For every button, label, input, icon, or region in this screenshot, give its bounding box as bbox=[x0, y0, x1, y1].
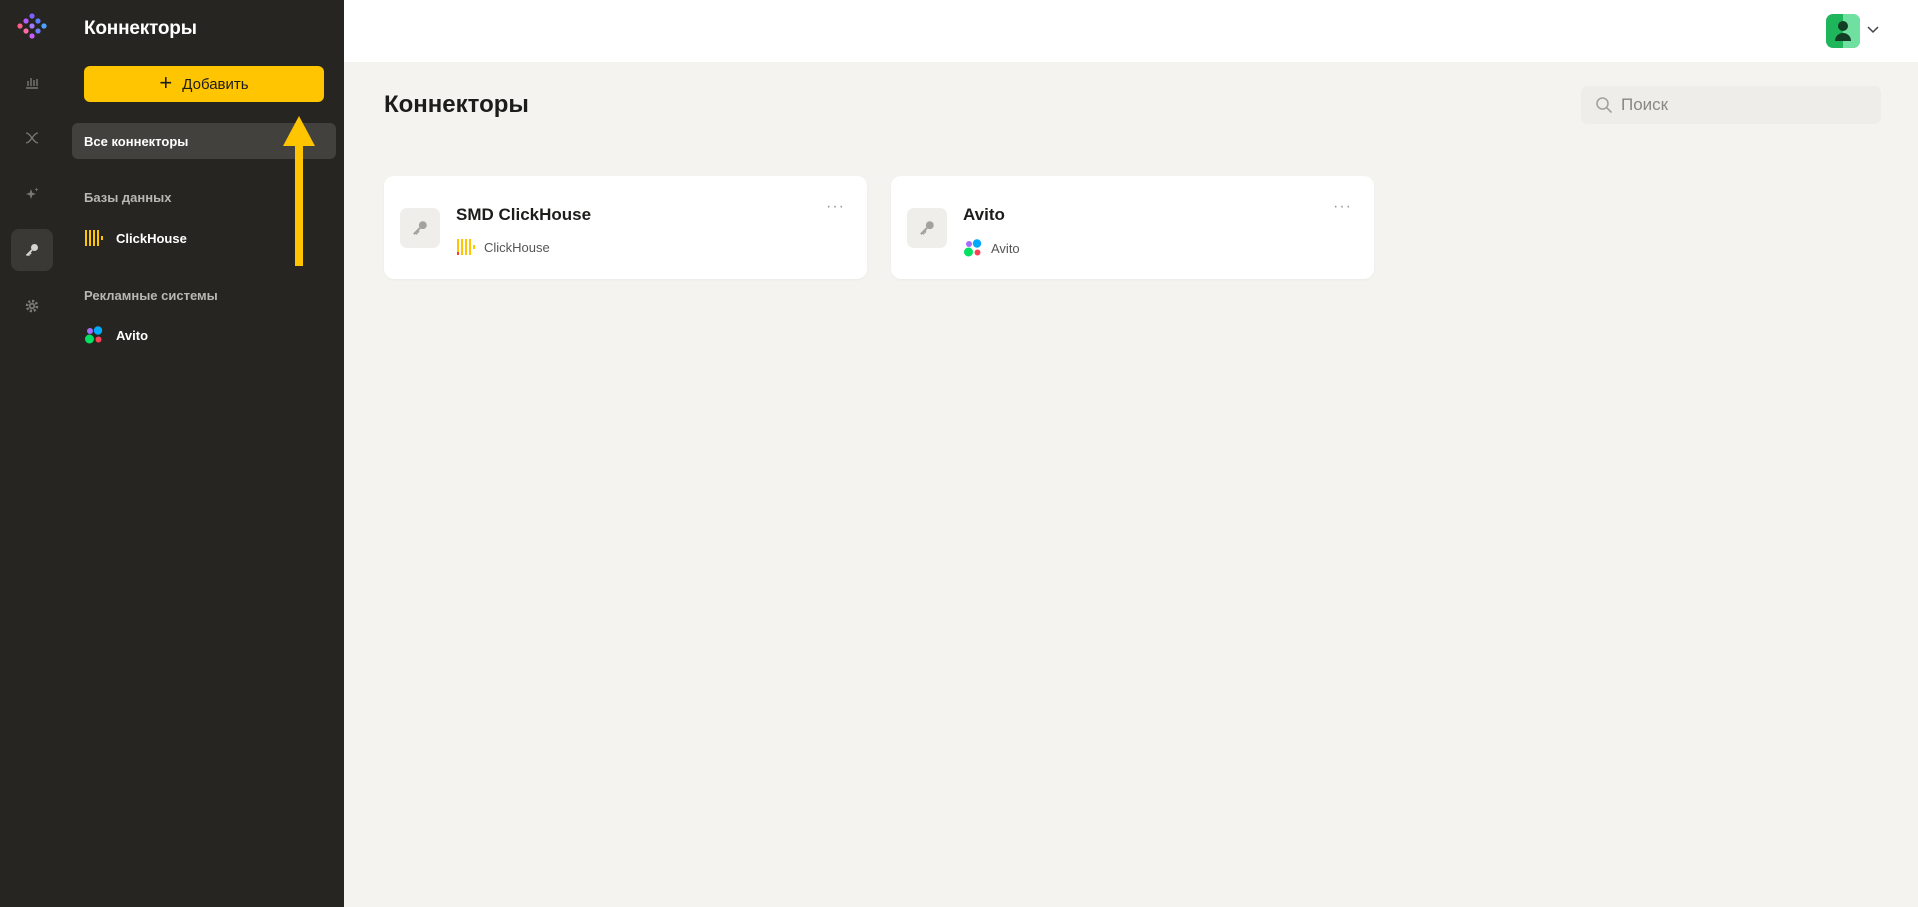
rail-ai-button[interactable] bbox=[11, 173, 53, 215]
more-options-button[interactable]: ··· bbox=[826, 198, 845, 216]
sidebar-item-avito[interactable]: Avito bbox=[84, 323, 148, 347]
add-button-label: Добавить bbox=[182, 75, 249, 93]
connector-card-avito[interactable]: Avito Avito ··· bbox=[891, 176, 1374, 279]
rail-transform-button[interactable] bbox=[11, 117, 53, 159]
search-input[interactable] bbox=[1621, 95, 1861, 115]
connector-name: Avito bbox=[963, 205, 1005, 224]
app-logo-icon[interactable] bbox=[14, 12, 50, 40]
annotation-arrow bbox=[283, 116, 315, 266]
user-icon bbox=[1835, 14, 1860, 48]
settings-gear-icon bbox=[25, 299, 39, 313]
rail-settings-button[interactable] bbox=[11, 285, 53, 327]
clickhouse-icon bbox=[457, 239, 475, 255]
section-title-ad-systems: Рекламные системы bbox=[84, 288, 218, 303]
search-icon bbox=[1596, 97, 1613, 114]
avito-icon bbox=[85, 326, 103, 344]
plus-icon: + bbox=[159, 70, 173, 95]
page-title: Коннекторы bbox=[384, 91, 529, 118]
connector-name: SMD ClickHouse bbox=[456, 205, 592, 224]
sidebar-item-label: ClickHouse bbox=[116, 230, 187, 246]
rail-connectors-button[interactable] bbox=[11, 229, 53, 271]
connector-type: Avito bbox=[963, 238, 1020, 258]
search-box[interactable] bbox=[1581, 86, 1881, 124]
connector-type-label: ClickHouse bbox=[484, 239, 550, 255]
chevron-down-icon[interactable] bbox=[1866, 22, 1880, 36]
rail-analytics-button[interactable] bbox=[11, 61, 53, 103]
ai-sparkle-icon bbox=[26, 187, 39, 199]
user-avatar[interactable] bbox=[1826, 14, 1860, 48]
sidebar-title: Коннекторы bbox=[84, 18, 197, 39]
icon-rail bbox=[0, 0, 64, 907]
top-bar bbox=[344, 0, 1918, 62]
connector-key-icon bbox=[400, 208, 440, 248]
sidebar-item-label: Все коннекторы bbox=[84, 133, 189, 149]
more-options-button[interactable]: ··· bbox=[1333, 198, 1352, 216]
sidebar-item-clickhouse[interactable]: ClickHouse bbox=[84, 226, 187, 250]
connector-card-smd-clickhouse[interactable]: SMD ClickHouse ClickHouse ··· bbox=[384, 176, 867, 279]
transform-icon bbox=[25, 132, 39, 144]
clickhouse-icon bbox=[85, 230, 103, 246]
connector-key-icon bbox=[907, 208, 947, 248]
connector-type-label: Avito bbox=[991, 240, 1020, 256]
sidebar-item-label: Avito bbox=[116, 327, 149, 343]
connector-type: ClickHouse bbox=[456, 238, 550, 256]
analytics-icon bbox=[26, 78, 38, 89]
section-title-databases: Базы данных bbox=[84, 190, 172, 205]
avito-icon bbox=[964, 239, 982, 257]
add-connector-button[interactable]: + Добавить bbox=[84, 66, 324, 102]
connectors-key-icon bbox=[25, 244, 38, 257]
